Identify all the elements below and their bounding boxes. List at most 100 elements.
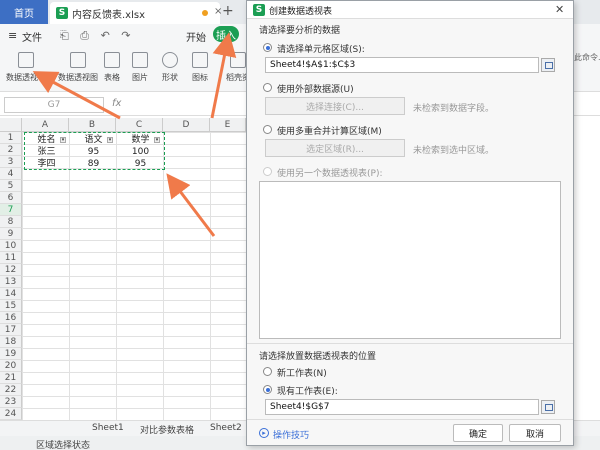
- menu-icon[interactable]: ≡: [8, 29, 17, 42]
- location-picker-button[interactable]: [541, 400, 555, 414]
- close-icon[interactable]: ✕: [555, 3, 564, 16]
- dialog-title: 创建数据透视表: [269, 7, 333, 17]
- quick-tools-icons[interactable]: ⎗ ⎙ ↶ ↷: [60, 29, 135, 43]
- row-header[interactable]: 22: [0, 384, 22, 396]
- status-text: 区域选择状态: [36, 441, 91, 450]
- pivot-chart-label: 数据透视图: [58, 73, 98, 82]
- sheet-tab[interactable]: Sheet2: [210, 423, 242, 433]
- pivot-table-button[interactable]: 数据透视表: [6, 52, 46, 83]
- pivot-table-list[interactable]: [259, 181, 561, 339]
- row-header[interactable]: 16: [0, 312, 22, 324]
- pivot-chart-button[interactable]: 数据透视图: [58, 52, 98, 83]
- row-header[interactable]: 20: [0, 360, 22, 372]
- table-button[interactable]: 表格: [104, 52, 120, 83]
- radio-select-range-label[interactable]: 请选择单元格区域(S):: [277, 42, 365, 55]
- radio-multi-consolidation[interactable]: [263, 125, 272, 134]
- tips-link[interactable]: 操作技巧: [273, 428, 309, 441]
- picture-label: 图片: [132, 73, 148, 82]
- table-icon: [104, 52, 120, 68]
- radio-multi-consolidation-label[interactable]: 使用多重合并计算区域(M): [277, 124, 382, 137]
- row-header[interactable]: 6: [0, 192, 22, 204]
- wps-sheet-logo-icon: S: [253, 4, 265, 16]
- row-header[interactable]: 23: [0, 396, 22, 408]
- column-header[interactable]: A: [22, 118, 69, 132]
- row-header[interactable]: 12: [0, 264, 22, 276]
- row-header[interactable]: 7: [0, 204, 22, 216]
- tab-insert[interactable]: 插入: [213, 26, 239, 42]
- row-header[interactable]: 11: [0, 252, 22, 264]
- tips-icon[interactable]: ▸: [259, 428, 269, 438]
- radio-existing-sheet-label[interactable]: 现有工作表(E):: [277, 384, 338, 397]
- row-header[interactable]: 21: [0, 372, 22, 384]
- choose-connection-button[interactable]: 选择连接(C)...: [265, 97, 405, 115]
- existing-sheet-input[interactable]: Sheet4!$G$7: [265, 399, 539, 415]
- radio-select-range[interactable]: [263, 43, 272, 52]
- new-tab-button[interactable]: +: [222, 3, 234, 19]
- range-picker-button[interactable]: [541, 58, 555, 72]
- row-header[interactable]: 24: [0, 408, 22, 420]
- icons-icon: [192, 52, 208, 68]
- home-tab[interactable]: 首页: [0, 0, 48, 24]
- section-data-heading: 请选择要分析的数据: [259, 26, 341, 36]
- divider: [247, 419, 573, 420]
- row-header[interactable]: 4: [0, 168, 22, 180]
- radio-another-pivot-label[interactable]: 使用另一个数据透视表(P):: [277, 166, 382, 179]
- row-header[interactable]: 1: [0, 132, 22, 144]
- icon-button[interactable]: 图标: [192, 52, 208, 83]
- column-header[interactable]: D: [163, 118, 210, 132]
- pivot-table-label: 数据透视表: [6, 73, 46, 82]
- select-all-corner[interactable]: [0, 118, 22, 132]
- shape-button[interactable]: 形状: [162, 52, 178, 83]
- icon-label: 图标: [192, 73, 208, 82]
- section-location-heading: 请选择放置数据透视表的位置: [259, 352, 377, 362]
- radio-another-pivot[interactable]: [263, 167, 272, 176]
- row-header[interactable]: 17: [0, 324, 22, 336]
- dialog-titlebar: S 创建数据透视表 ✕: [247, 1, 573, 19]
- radio-external-source[interactable]: [263, 83, 272, 92]
- row-header[interactable]: 8: [0, 216, 22, 228]
- row-header[interactable]: 19: [0, 348, 22, 360]
- row-header[interactable]: 2: [0, 144, 22, 156]
- radio-new-sheet[interactable]: [263, 367, 272, 376]
- row-header[interactable]: 10: [0, 240, 22, 252]
- picture-icon: [132, 52, 148, 68]
- column-header[interactable]: B: [69, 118, 116, 132]
- choose-region-button[interactable]: 选定区域(R)...: [265, 139, 405, 157]
- row-header[interactable]: 3: [0, 156, 22, 168]
- wps-sheet-logo-icon: S: [56, 7, 68, 19]
- table-label: 表格: [104, 73, 120, 82]
- row-header[interactable]: 13: [0, 276, 22, 288]
- fx-icon[interactable]: fx: [112, 98, 121, 109]
- create-pivot-table-dialog: S 创建数据透视表 ✕ 请选择要分析的数据 请选择单元格区域(S): Sheet…: [246, 0, 574, 446]
- tab-start[interactable]: 开始: [186, 29, 206, 44]
- picture-button[interactable]: 图片: [132, 52, 148, 83]
- sheet-tab[interactable]: Sheet1: [92, 423, 124, 433]
- ok-button[interactable]: 确定: [453, 424, 503, 442]
- row-header[interactable]: 9: [0, 228, 22, 240]
- document-tab[interactable]: S 内容反馈表.xlsx ×: [50, 2, 222, 24]
- connection-hint: 未检索到数据字段。: [413, 104, 495, 114]
- region-hint: 未检索到选中区域。: [413, 146, 495, 156]
- column-header[interactable]: C: [116, 118, 163, 132]
- divider: [247, 343, 573, 344]
- name-box[interactable]: G7: [4, 97, 104, 113]
- radio-existing-sheet[interactable]: [263, 385, 272, 394]
- row-header[interactable]: 18: [0, 336, 22, 348]
- radio-external-source-label[interactable]: 使用外部数据源(U): [277, 82, 354, 95]
- row-header[interactable]: 15: [0, 300, 22, 312]
- shape-label: 形状: [162, 73, 178, 82]
- menu-file[interactable]: 文件: [22, 29, 42, 44]
- pivot-table-icon: [18, 52, 34, 68]
- sheet-tab[interactable]: 对比参数表格: [140, 423, 194, 436]
- row-header[interactable]: 14: [0, 288, 22, 300]
- row-header[interactable]: 5: [0, 180, 22, 192]
- selection-marquee: [24, 132, 165, 170]
- range-input[interactable]: Sheet4!$A$1:$C$3: [265, 57, 539, 73]
- unsaved-dot-icon: [202, 10, 208, 16]
- radio-new-sheet-label[interactable]: 新工作表(N): [277, 366, 327, 379]
- pivot-chart-icon: [70, 52, 86, 68]
- cell-gridlines[interactable]: [22, 132, 246, 422]
- column-header[interactable]: E: [210, 118, 246, 132]
- docer-icon: [230, 52, 246, 68]
- cancel-button[interactable]: 取消: [509, 424, 561, 442]
